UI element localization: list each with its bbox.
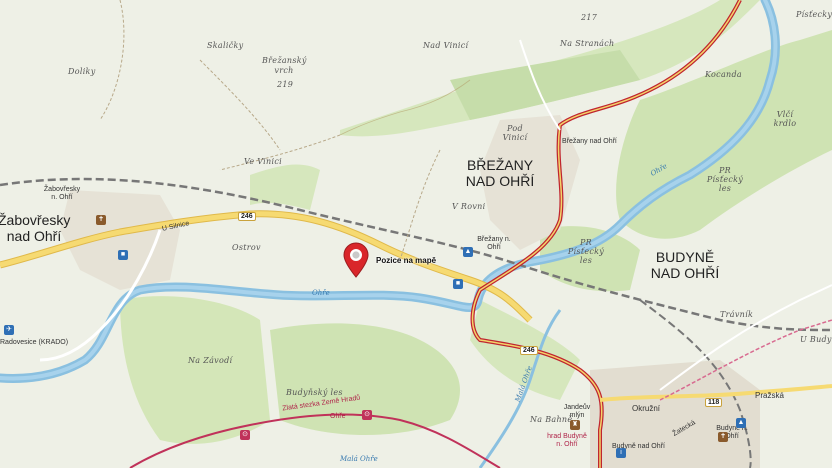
- map-pin-icon: [343, 242, 369, 278]
- label-pr-pistecky-les: PR Písťecký les: [706, 166, 744, 193]
- label-na-zavodi: Na Závodí: [188, 356, 233, 365]
- street-label-prazska: Pražská: [755, 391, 784, 400]
- road-number-246-west: 246: [238, 212, 256, 221]
- label-travnik: Trávník: [720, 310, 754, 319]
- label-brezansky-vrch: Břežanský vrch: [262, 56, 307, 75]
- label-v-rovni: V Rovni: [452, 202, 486, 211]
- location-marker[interactable]: [343, 242, 369, 278]
- label-budynsky-les: Budyňský les: [286, 388, 343, 397]
- forest-area-ridge: [450, 50, 640, 120]
- town-label-zabovresky: Žabovřesky nad Ohří: [0, 212, 71, 244]
- label-brezansky-vrch-alt: 219: [277, 80, 294, 89]
- forest-area-west: [250, 164, 320, 210]
- label-pod-vinici: Pod Vinicí: [502, 124, 528, 142]
- street-label-okruzni: Okružní: [632, 404, 661, 413]
- info-icon[interactable]: i: [616, 448, 626, 458]
- label-hrad-budyne: hrad Budyně n. Ohří: [547, 433, 587, 448]
- label-u-budyne: U Budyně: [800, 335, 832, 344]
- label-vlci-krdlo: Vlčí krdlo: [773, 110, 797, 128]
- track-2: [99, 0, 125, 121]
- label-doliky: Doliky: [68, 67, 96, 76]
- label-pr-pistecky-les-2: PR Písťecký les: [567, 238, 605, 265]
- label-peak-217: 217: [581, 13, 598, 22]
- town-label-budyne: BUDYNĚ NAD OHŘÍ: [650, 249, 720, 281]
- town-label-radovesice: Radovesice (KRADO): [0, 339, 69, 346]
- label-na-stranach: Na Stranách: [560, 39, 615, 48]
- church-icon-2[interactable]: ✝: [718, 432, 728, 442]
- bus-stop-icon-2[interactable]: ■: [453, 279, 463, 289]
- label-kocanda: Kocanda: [705, 70, 742, 79]
- river-label-ohre: Ohře: [312, 289, 330, 297]
- label-nad-vinici: Nad Vinicí: [423, 41, 469, 50]
- label-ve-vinici: Ve Vinici: [244, 157, 282, 166]
- train-station-icon-2[interactable]: ▲: [736, 418, 746, 428]
- town-label-brezany: BŘEŽANY NAD OHŘÍ: [465, 157, 535, 189]
- forest-area-southwest: [120, 296, 270, 444]
- airport-icon[interactable]: ✈: [4, 325, 14, 335]
- church-icon[interactable]: ✝: [96, 215, 106, 225]
- bus-stop-icon[interactable]: ■: [118, 250, 128, 260]
- town-label-brezany-small-2: Břežany nad Ohří: [562, 138, 617, 145]
- label-jandeuv-mlyn: Jandeův mlýn: [563, 404, 591, 419]
- bicycle-icon-2[interactable]: ⊙: [362, 410, 372, 420]
- label-skalicky: Skaličky: [207, 41, 244, 50]
- trail-label-ohre: Ohře: [330, 413, 346, 420]
- track-4: [399, 149, 441, 261]
- town-label-brezany-small: Břežany n. Ohří: [477, 236, 511, 251]
- town-label-zabovresky-small: Žabovřesky n. Ohří: [43, 186, 81, 201]
- label-ostrov: Ostrov: [232, 243, 261, 252]
- road-number-118: 118: [705, 398, 723, 407]
- castle-icon[interactable]: ♜: [570, 420, 580, 430]
- river-label-mala-ohre-2: Malá Ohře: [340, 455, 378, 463]
- train-station-icon[interactable]: ▲: [463, 247, 473, 257]
- bicycle-icon[interactable]: ⊙: [240, 430, 250, 440]
- marker-label: Pozice na mapě: [376, 256, 437, 265]
- label-pistecky: Písťecky: [796, 10, 832, 19]
- map-canvas[interactable]: Skaličky Břežanský vrch 219 Nad Vinicí N…: [0, 0, 832, 468]
- road-number-246-east: 246: [520, 346, 538, 355]
